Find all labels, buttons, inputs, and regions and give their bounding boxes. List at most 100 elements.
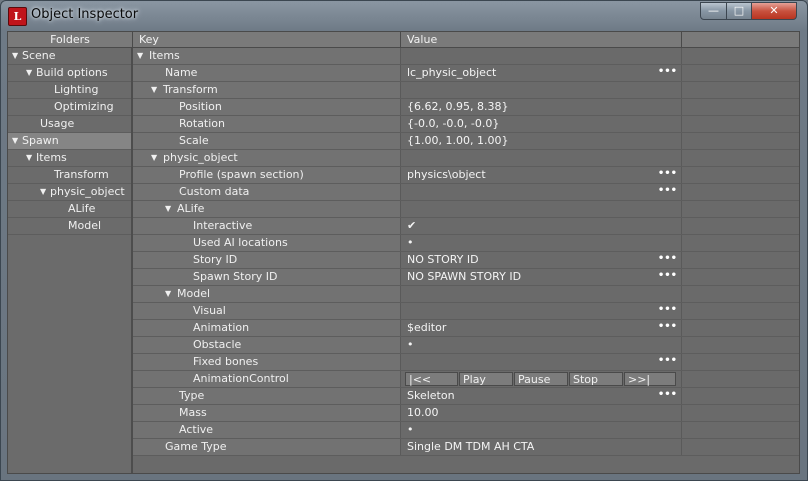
- folder-item[interactable]: Optimizing: [8, 99, 131, 116]
- property-value-cell[interactable]: [401, 286, 682, 302]
- property-key-cell: ▼ physic_object: [133, 150, 401, 166]
- property-row[interactable]: ▼ Items: [133, 48, 799, 65]
- ellipsis-button[interactable]: •••: [658, 183, 677, 199]
- title-bar[interactable]: L Object Inspector — □ ✕: [1, 1, 807, 31]
- folder-item-label: Lighting: [54, 83, 99, 96]
- expand-triangle-icon[interactable]: ▼: [26, 65, 32, 81]
- ellipsis-button[interactable]: •••: [658, 353, 677, 369]
- property-value-cell[interactable]: Single DM TDM AH CTA: [401, 439, 682, 455]
- expand-triangle-icon[interactable]: ▼: [165, 201, 171, 217]
- property-row[interactable]: ▼ Model: [133, 286, 799, 303]
- expand-triangle-icon[interactable]: ▼: [151, 82, 157, 98]
- property-value-cell[interactable]: [401, 82, 682, 98]
- property-row[interactable]: Obstacle •: [133, 337, 799, 354]
- folder-item[interactable]: Transform: [8, 167, 131, 184]
- property-value-cell[interactable]: |<< Play Pause Stop >>|: [401, 371, 682, 387]
- folder-item[interactable]: Model: [8, 218, 131, 235]
- property-value-cell[interactable]: $editor •••: [401, 320, 682, 336]
- property-value-cell[interactable]: {1.00, 1.00, 1.00}: [401, 133, 682, 149]
- property-row[interactable]: Fixed bones •••: [133, 354, 799, 371]
- expand-triangle-icon[interactable]: ▼: [26, 150, 32, 166]
- property-row[interactable]: Visual •••: [133, 303, 799, 320]
- property-value-cell[interactable]: [401, 150, 682, 166]
- property-value-cell[interactable]: [401, 48, 682, 64]
- animation-control-button[interactable]: Play: [459, 372, 513, 386]
- folder-item[interactable]: ▼ Scene: [8, 48, 131, 65]
- property-key: Custom data: [179, 185, 250, 198]
- property-value-cell[interactable]: lc_physic_object •••: [401, 65, 682, 81]
- property-value-cell[interactable]: NO STORY ID •••: [401, 252, 682, 268]
- expand-triangle-icon[interactable]: ▼: [151, 150, 157, 166]
- property-row[interactable]: Animation $editor •••: [133, 320, 799, 337]
- property-row[interactable]: Mass 10.00: [133, 405, 799, 422]
- property-value-cell[interactable]: •: [401, 235, 682, 251]
- property-value-cell[interactable]: Skeleton •••: [401, 388, 682, 404]
- animation-control-button[interactable]: Pause: [514, 372, 568, 386]
- folder-item[interactable]: ▼ Items: [8, 150, 131, 167]
- property-row[interactable]: Rotation {-0.0, -0.0, -0.0}: [133, 116, 799, 133]
- property-key-cell: Name: [133, 65, 401, 81]
- close-button[interactable]: ✕: [751, 2, 797, 20]
- property-row[interactable]: ▼ physic_object: [133, 150, 799, 167]
- maximize-button[interactable]: □: [726, 2, 752, 20]
- property-row[interactable]: Position {6.62, 0.95, 8.38}: [133, 99, 799, 116]
- property-row[interactable]: Custom data •••: [133, 184, 799, 201]
- property-value-cell[interactable]: physics\object •••: [401, 167, 682, 183]
- value-column-header[interactable]: Value: [401, 32, 682, 48]
- folders-header[interactable]: Folders: [8, 32, 133, 48]
- ellipsis-button[interactable]: •••: [658, 387, 677, 403]
- ellipsis-button[interactable]: •••: [658, 268, 677, 284]
- property-value-cell[interactable]: {-0.0, -0.0, -0.0}: [401, 116, 682, 132]
- property-row[interactable]: Spawn Story ID NO SPAWN STORY ID •••: [133, 269, 799, 286]
- property-row[interactable]: Story ID NO STORY ID •••: [133, 252, 799, 269]
- folder-item[interactable]: Usage: [8, 116, 131, 133]
- expand-triangle-icon[interactable]: ▼: [12, 48, 18, 64]
- property-value: •: [407, 423, 414, 436]
- property-key-cell: Fixed bones: [133, 354, 401, 370]
- property-row[interactable]: ▼ Transform: [133, 82, 799, 99]
- expand-triangle-icon[interactable]: ▼: [40, 184, 46, 200]
- property-key: Game Type: [165, 440, 227, 453]
- property-row[interactable]: Interactive ✔: [133, 218, 799, 235]
- property-value-cell[interactable]: NO SPAWN STORY ID •••: [401, 269, 682, 285]
- folder-item-label: Model: [68, 219, 102, 232]
- ellipsis-button[interactable]: •••: [658, 302, 677, 318]
- property-row[interactable]: Name lc_physic_object •••: [133, 65, 799, 82]
- ellipsis-button[interactable]: •••: [658, 251, 677, 267]
- folder-item[interactable]: Lighting: [8, 82, 131, 99]
- property-value-cell[interactable]: 10.00: [401, 405, 682, 421]
- property-row[interactable]: ▼ ALife: [133, 201, 799, 218]
- expand-triangle-icon[interactable]: ▼: [12, 133, 18, 149]
- property-value-cell[interactable]: •••: [401, 354, 682, 370]
- property-value-cell[interactable]: •: [401, 337, 682, 353]
- folder-item[interactable]: ALife: [8, 201, 131, 218]
- folder-item[interactable]: ▼ physic_object: [8, 184, 131, 201]
- ellipsis-button[interactable]: •••: [658, 166, 677, 182]
- property-key-cell: Scale: [133, 133, 401, 149]
- property-row[interactable]: Active •: [133, 422, 799, 439]
- property-row[interactable]: Scale {1.00, 1.00, 1.00}: [133, 133, 799, 150]
- property-row[interactable]: AnimationControl |<< Play Pause Stop >>|: [133, 371, 799, 388]
- folder-item[interactable]: ▼ Spawn: [8, 133, 131, 150]
- folder-item[interactable]: ▼ Build options: [8, 65, 131, 82]
- ellipsis-button[interactable]: •••: [658, 64, 677, 80]
- minimize-button[interactable]: —: [700, 2, 727, 20]
- property-value-cell[interactable]: ✔: [401, 218, 682, 234]
- expand-triangle-icon[interactable]: ▼: [137, 48, 143, 64]
- property-row[interactable]: Profile (spawn section) physics\object •••: [133, 167, 799, 184]
- property-row[interactable]: Used AI locations •: [133, 235, 799, 252]
- key-column-header[interactable]: Key: [133, 32, 401, 48]
- property-value-cell[interactable]: {6.62, 0.95, 8.38}: [401, 99, 682, 115]
- property-row[interactable]: Game Type Single DM TDM AH CTA: [133, 439, 799, 456]
- animation-control-button[interactable]: |<<: [405, 372, 458, 386]
- expand-triangle-icon[interactable]: ▼: [165, 286, 171, 302]
- animation-control-button[interactable]: >>|: [624, 372, 676, 386]
- property-key: Profile (spawn section): [179, 168, 304, 181]
- animation-control-button[interactable]: Stop: [569, 372, 623, 386]
- property-value-cell[interactable]: •••: [401, 184, 682, 200]
- property-value-cell[interactable]: •: [401, 422, 682, 438]
- property-row[interactable]: Type Skeleton •••: [133, 388, 799, 405]
- property-value-cell[interactable]: •••: [401, 303, 682, 319]
- property-value-cell[interactable]: [401, 201, 682, 217]
- ellipsis-button[interactable]: •••: [658, 319, 677, 335]
